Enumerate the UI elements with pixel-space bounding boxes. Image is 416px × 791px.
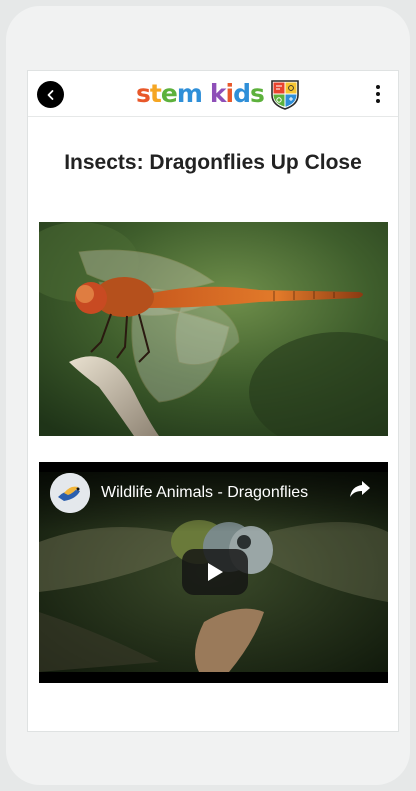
logo-letter: s — [136, 79, 151, 108]
page-title: Insects: Dragonflies Up Close — [64, 151, 362, 174]
app-screen: stem kids Insects: Dragonflies Up Close … — [27, 70, 399, 732]
stem-kids-logo[interactable]: stem kids — [136, 77, 300, 111]
logo-letter: e — [160, 79, 178, 108]
logo-wordmark: stem kids — [136, 77, 265, 111]
logo-letter: s — [250, 79, 265, 108]
app-header: stem kids — [28, 71, 398, 117]
more-vertical-icon-dot — [376, 99, 380, 103]
more-vertical-icon-dot — [376, 92, 380, 96]
logo-word-kids: kids — [209, 79, 265, 108]
back-button[interactable] — [37, 81, 64, 108]
video-player[interactable]: Wildlife Animals - Dragonflies — [39, 462, 388, 683]
logo-letter: i — [225, 79, 235, 108]
chevron-left-icon — [47, 89, 53, 100]
bird-avatar-icon — [50, 473, 90, 513]
more-options-button[interactable] — [372, 83, 384, 105]
play-button[interactable] — [182, 549, 248, 595]
logo-letter: k — [209, 79, 227, 108]
play-icon — [208, 563, 223, 581]
dragonfly-illustration — [39, 222, 388, 436]
shield-crest-icon — [271, 80, 299, 110]
share-button[interactable] — [348, 476, 372, 500]
logo-letter: t — [149, 79, 162, 108]
logo-letter: m — [176, 79, 203, 108]
logo-word-stem: stem — [136, 79, 203, 108]
dragonfly-photo — [39, 222, 388, 436]
logo-letter: d — [233, 79, 251, 108]
phone-frame: stem kids Insects: Dragonflies Up Close … — [6, 6, 410, 785]
video-title[interactable]: Wildlife Animals - Dragonflies — [101, 484, 308, 502]
channel-avatar[interactable] — [50, 473, 90, 513]
share-arrow-icon — [350, 481, 370, 497]
more-vertical-icon-dot — [376, 85, 380, 89]
